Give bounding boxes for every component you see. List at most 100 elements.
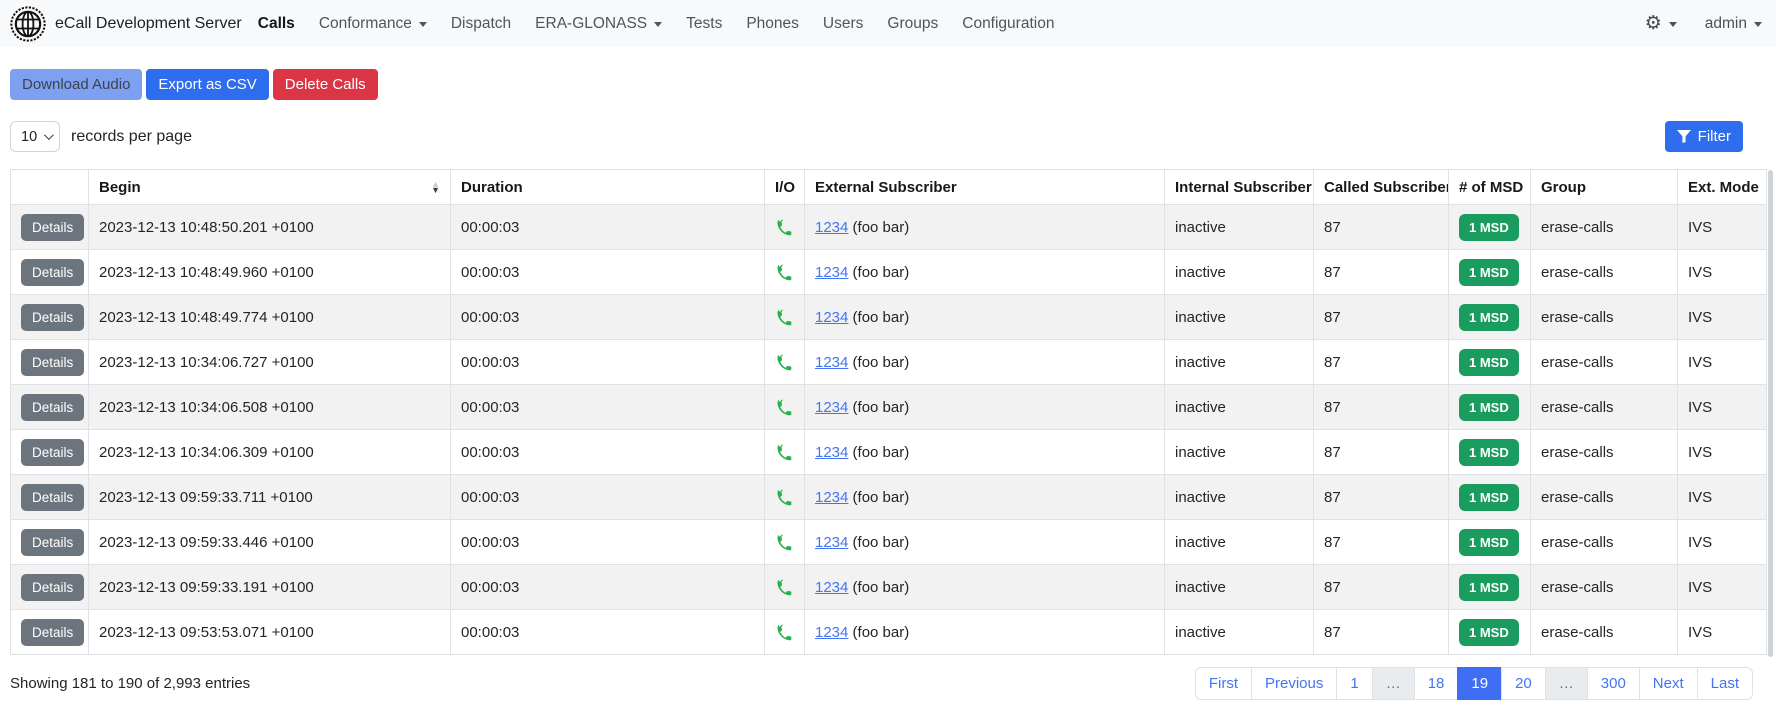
nav-item-conformance[interactable]: Conformance: [311, 7, 435, 41]
external-subscriber-link[interactable]: 1234: [815, 264, 848, 281]
external-subscriber-name: (foo bar): [848, 489, 909, 506]
header-ext-mode[interactable]: Ext. Mode: [1678, 170, 1767, 205]
called-subscriber-cell: 87: [1314, 475, 1449, 520]
details-cell: Details: [11, 520, 89, 565]
page-link[interactable]: First: [1195, 667, 1252, 700]
nav-item-users[interactable]: Users: [815, 7, 871, 41]
details-button[interactable]: Details: [21, 259, 84, 286]
details-button[interactable]: Details: [21, 349, 84, 376]
details-button[interactable]: Details: [21, 484, 84, 511]
download-audio-button[interactable]: Download Audio: [10, 69, 142, 100]
nav-item-dispatch[interactable]: Dispatch: [443, 7, 519, 41]
header-begin[interactable]: Begin ▲▼: [89, 170, 451, 205]
filter-button[interactable]: Filter: [1665, 121, 1743, 152]
nav-item-calls[interactable]: Calls: [250, 7, 303, 41]
ext-mode-cell: IVS: [1678, 295, 1767, 340]
duration-cell: 00:00:03: [451, 430, 765, 475]
nav-item-tests[interactable]: Tests: [678, 7, 730, 41]
header-internal-subscriber[interactable]: Internal Subscriber: [1165, 170, 1314, 205]
external-subscriber-link[interactable]: 1234: [815, 489, 848, 506]
details-button[interactable]: Details: [21, 529, 84, 556]
external-subscriber-cell: 1234 (foo bar): [805, 430, 1165, 475]
page-link[interactable]: Next: [1639, 667, 1698, 700]
page-link[interactable]: 1: [1336, 667, 1372, 700]
external-subscriber-cell: 1234 (foo bar): [805, 205, 1165, 250]
duration-cell: 00:00:03: [451, 205, 765, 250]
external-subscriber-link[interactable]: 1234: [815, 354, 848, 371]
details-button[interactable]: Details: [21, 214, 84, 241]
msd-badge: 1 MSD: [1459, 484, 1519, 511]
called-subscriber-cell: 87: [1314, 205, 1449, 250]
nav-item-era-glonass[interactable]: ERA-GLONASS: [527, 7, 670, 41]
internal-subscriber-cell: inactive: [1165, 250, 1314, 295]
page-link[interactable]: Previous: [1251, 667, 1337, 700]
header-called-subscriber[interactable]: Called Subscriber: [1314, 170, 1449, 205]
table-row: Details2023-12-13 09:59:33.191 +010000:0…: [11, 565, 1767, 610]
group-cell: erase-calls: [1531, 385, 1678, 430]
nav-item-phones[interactable]: Phones: [738, 7, 807, 41]
ext-mode-cell: IVS: [1678, 565, 1767, 610]
group-cell: erase-calls: [1531, 205, 1678, 250]
table-row: Details2023-12-13 09:53:53.071 +010000:0…: [11, 610, 1767, 655]
calls-table-body: Details2023-12-13 10:48:50.201 +010000:0…: [11, 205, 1767, 655]
details-button[interactable]: Details: [21, 574, 84, 601]
chevron-down-icon: [654, 22, 662, 27]
external-subscriber-link[interactable]: 1234: [815, 579, 848, 596]
external-subscriber-cell: 1234 (foo bar): [805, 295, 1165, 340]
external-subscriber-link[interactable]: 1234: [815, 444, 848, 461]
msd-cell: 1 MSD: [1449, 610, 1531, 655]
delete-calls-button[interactable]: Delete Calls: [273, 69, 378, 100]
begin-cell: 2023-12-13 10:34:06.508 +0100: [89, 385, 451, 430]
external-subscriber-link[interactable]: 1234: [815, 309, 848, 326]
table-row: Details2023-12-13 09:59:33.446 +010000:0…: [11, 520, 1767, 565]
external-subscriber-link[interactable]: 1234: [815, 534, 848, 551]
external-subscriber-link[interactable]: 1234: [815, 219, 848, 236]
nav-item-configuration[interactable]: Configuration: [954, 7, 1062, 41]
external-subscriber-cell: 1234 (foo bar): [805, 340, 1165, 385]
settings-menu[interactable]: ⚙: [1645, 14, 1677, 33]
page-link[interactable]: 300: [1587, 667, 1640, 700]
group-cell: erase-calls: [1531, 565, 1678, 610]
incoming-call-icon: [775, 444, 792, 461]
page-link[interactable]: Last: [1697, 667, 1753, 700]
msd-badge: 1 MSD: [1459, 349, 1519, 376]
header-duration[interactable]: Duration: [451, 170, 765, 205]
details-button[interactable]: Details: [21, 619, 84, 646]
details-button[interactable]: Details: [21, 439, 84, 466]
external-subscriber-link[interactable]: 1234: [815, 399, 848, 416]
header-io[interactable]: I/O: [765, 170, 805, 205]
header-group[interactable]: Group: [1531, 170, 1678, 205]
begin-cell: 2023-12-13 10:34:06.309 +0100: [89, 430, 451, 475]
page-item-300: 300: [1587, 667, 1640, 700]
msd-cell: 1 MSD: [1449, 565, 1531, 610]
vertical-scrollbar[interactable]: [1768, 170, 1773, 657]
showing-entries-text: Showing 181 to 190 of 2,993 entries: [10, 675, 250, 692]
group-cell: erase-calls: [1531, 430, 1678, 475]
msd-cell: 1 MSD: [1449, 340, 1531, 385]
header-external-subscriber[interactable]: External Subscriber: [805, 170, 1165, 205]
page-item-1: 1: [1336, 667, 1372, 700]
io-cell: [765, 205, 805, 250]
internal-subscriber-cell: inactive: [1165, 430, 1314, 475]
page-item-previous: Previous: [1251, 667, 1337, 700]
header-num-msd[interactable]: # of MSD: [1449, 170, 1531, 205]
called-subscriber-cell: 87: [1314, 340, 1449, 385]
incoming-call-icon: [775, 354, 792, 371]
page-link: …: [1545, 667, 1588, 700]
duration-cell: 00:00:03: [451, 520, 765, 565]
duration-cell: 00:00:03: [451, 250, 765, 295]
nav-item-label: Calls: [258, 15, 295, 33]
user-menu[interactable]: admin: [1705, 15, 1762, 33]
external-subscriber-link[interactable]: 1234: [815, 624, 848, 641]
nav-item-groups[interactable]: Groups: [879, 7, 946, 41]
records-per-page-select[interactable]: 10: [10, 121, 60, 152]
details-button[interactable]: Details: [21, 394, 84, 421]
export-csv-button[interactable]: Export as CSV: [146, 69, 268, 100]
internal-subscriber-cell: inactive: [1165, 385, 1314, 430]
io-cell: [765, 475, 805, 520]
brand[interactable]: eCall Development Server: [10, 6, 242, 42]
page-link[interactable]: 18: [1414, 667, 1459, 700]
page-link[interactable]: 19: [1457, 667, 1502, 700]
details-button[interactable]: Details: [21, 304, 84, 331]
page-link[interactable]: 20: [1501, 667, 1546, 700]
